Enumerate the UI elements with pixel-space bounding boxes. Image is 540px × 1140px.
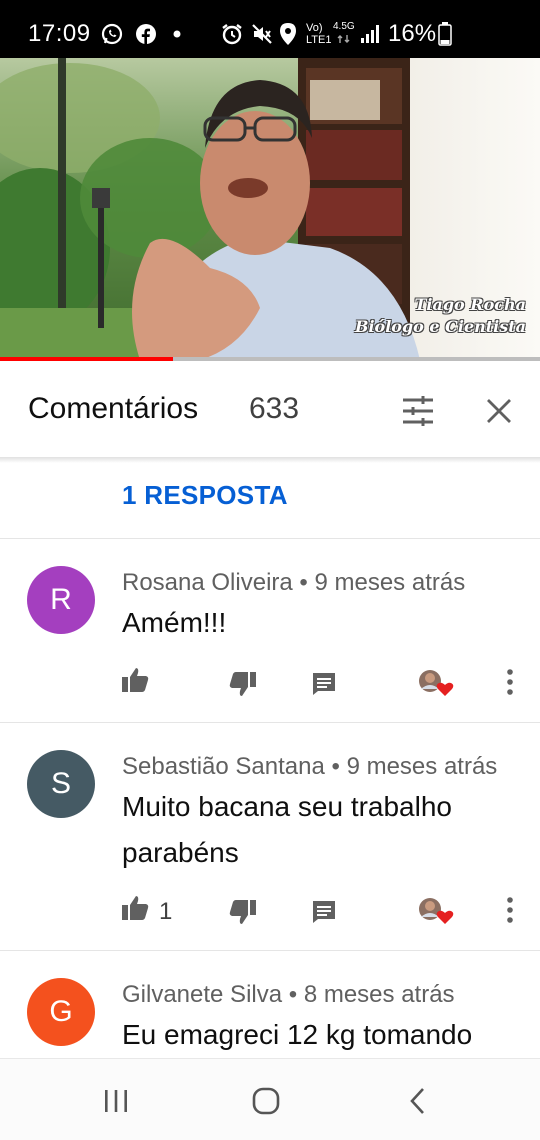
dislike-button[interactable] — [226, 667, 260, 701]
view-replies-link[interactable]: 1 RESPOSTA — [122, 480, 288, 511]
thumbs-down-icon — [229, 672, 256, 696]
creator-heart — [418, 667, 454, 699]
more-options-button[interactable] — [493, 665, 527, 699]
battery-percent: 16% — [388, 20, 437, 47]
close-icon — [487, 399, 511, 423]
like-count: 1 — [159, 898, 173, 925]
comment-icon — [313, 901, 335, 923]
signal-icon — [358, 22, 382, 46]
comment-author-meta[interactable]: Gilvanete Silva • 8 meses atrás — [122, 981, 455, 1009]
status-bar: 17:09 Vo) LTE1 4.5G 16% — [0, 0, 540, 58]
comments-count: 633 — [249, 392, 300, 425]
thumbs-up-icon — [122, 668, 149, 692]
comment-item: G Gilvanete Silva • 8 meses atrás Eu ema… — [0, 951, 540, 1058]
back-button[interactable] — [398, 1081, 438, 1121]
more-vertical-icon — [507, 669, 513, 695]
dot-icon — [170, 22, 184, 46]
status-time: 17:09 — [28, 20, 91, 47]
facebook-icon — [134, 22, 158, 46]
alarm-icon — [220, 22, 244, 46]
comment-text: Amém!!! — [122, 607, 227, 638]
data-arrows-icon — [336, 33, 352, 45]
header-shadow — [0, 457, 540, 463]
avatar-letter: R — [50, 583, 72, 616]
creator-heart-icon — [419, 898, 454, 924]
comment-author-meta[interactable]: Sebastião Santana • 9 meses atrás — [122, 753, 497, 781]
location-icon — [277, 22, 299, 46]
more-vertical-icon — [507, 897, 513, 923]
comments-header: Comentários 633 — [0, 361, 540, 457]
avatar[interactable]: G — [27, 978, 95, 1046]
sort-comments-button[interactable] — [398, 391, 438, 431]
network-lte-label: LTE1 — [306, 34, 332, 46]
recent-apps-button[interactable] — [96, 1081, 136, 1121]
creator-heart-icon — [419, 670, 454, 696]
avatar[interactable]: R — [27, 566, 95, 634]
whatsapp-icon — [100, 22, 124, 46]
comment-text: Eu emagreci 12 kg tomando — [122, 1019, 473, 1050]
avatar-letter: G — [49, 995, 73, 1028]
more-options-button[interactable] — [493, 893, 527, 927]
thumbs-up-icon — [122, 896, 149, 920]
home-icon — [252, 1087, 280, 1115]
comment-text: Muito bacana seu trabalho parabéns — [122, 791, 452, 868]
video-caption-name: Tiago Rocha — [414, 295, 527, 314]
video-caption: Tiago Rocha Biólogo e Cientista — [355, 294, 526, 338]
comments-title: Comentários — [28, 392, 199, 425]
reply-button[interactable] — [307, 667, 341, 701]
back-icon — [410, 1088, 424, 1114]
comment-icon — [313, 673, 335, 695]
network-gen-label: 4.5G — [333, 21, 355, 32]
like-button[interactable] — [118, 891, 152, 925]
home-button[interactable] — [246, 1081, 286, 1121]
recent-apps-icon — [105, 1090, 127, 1112]
comment-author-meta[interactable]: Rosana Oliveira • 9 meses atrás — [122, 569, 465, 597]
avatar-letter: S — [50, 767, 71, 800]
sort-icon — [403, 396, 433, 426]
reply-button[interactable] — [307, 895, 341, 929]
mute-icon — [250, 22, 274, 46]
comment-item: R Rosana Oliveira • 9 meses atrás Amém!!… — [0, 539, 540, 722]
network-volte-label: Vo) — [306, 22, 323, 34]
video-player[interactable]: Tiago Rocha Biólogo e Cientista — [0, 58, 540, 360]
comment-item: S Sebastião Santana • 9 meses atrás Muit… — [0, 723, 540, 950]
system-nav-bar — [0, 1058, 540, 1140]
video-caption-role: Biólogo e Cientista — [354, 317, 526, 336]
avatar[interactable]: S — [27, 750, 95, 818]
thumbs-down-icon — [229, 900, 256, 924]
dislike-button[interactable] — [226, 895, 260, 929]
battery-icon — [437, 22, 453, 46]
like-button[interactable] — [118, 663, 152, 697]
creator-heart — [418, 895, 454, 927]
close-comments-button[interactable] — [479, 391, 519, 431]
